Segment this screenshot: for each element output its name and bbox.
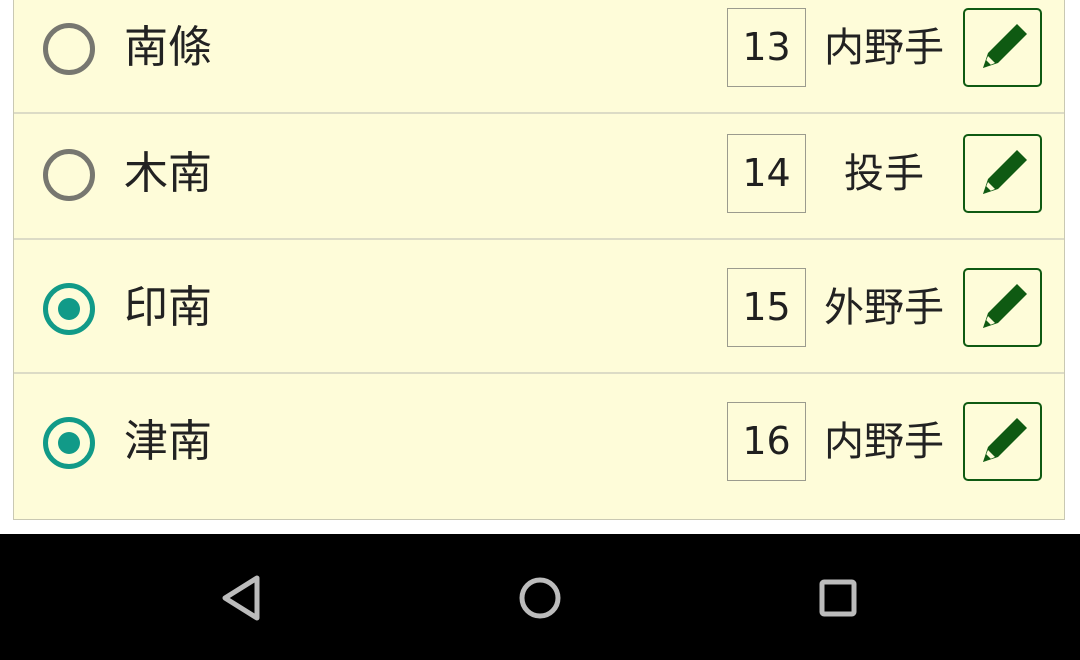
player-position: 投手 xyxy=(844,151,924,197)
pencil-icon xyxy=(983,24,1027,68)
player-radio[interactable] xyxy=(43,149,95,201)
edit-button[interactable] xyxy=(963,8,1042,87)
player-position: 内野手 xyxy=(824,25,944,71)
edit-button[interactable] xyxy=(963,268,1042,347)
recents-square-icon xyxy=(819,579,857,617)
player-list: 南條 13 内野手 木南 14 投手 印南 15 外野手 津南 16 内野手 xyxy=(13,0,1065,520)
pencil-icon xyxy=(983,418,1027,462)
nav-recents-button[interactable] xyxy=(810,570,866,626)
player-name: 印南 xyxy=(124,282,212,333)
nav-back-button[interactable] xyxy=(213,570,269,626)
list-item[interactable]: 南條 13 内野手 xyxy=(14,0,1064,114)
uniform-number: 13 xyxy=(727,8,806,87)
uniform-number: 14 xyxy=(727,134,806,213)
player-radio[interactable] xyxy=(43,417,95,469)
edit-button[interactable] xyxy=(963,402,1042,481)
home-circle-icon xyxy=(519,577,561,619)
list-item[interactable]: 印南 15 外野手 xyxy=(14,254,1064,374)
uniform-number: 15 xyxy=(727,268,806,347)
list-item[interactable]: 木南 14 投手 xyxy=(14,120,1064,240)
edit-button[interactable] xyxy=(963,134,1042,213)
player-radio[interactable] xyxy=(43,283,95,335)
player-name: 南條 xyxy=(124,22,212,73)
player-name: 木南 xyxy=(124,148,212,199)
system-nav-bar xyxy=(0,534,1080,660)
pencil-icon xyxy=(983,284,1027,328)
player-name: 津南 xyxy=(124,416,212,467)
player-position: 内野手 xyxy=(824,419,944,465)
back-triangle-icon xyxy=(222,575,260,621)
pencil-icon xyxy=(983,150,1027,194)
list-item[interactable]: 津南 16 内野手 xyxy=(14,388,1064,508)
player-position: 外野手 xyxy=(824,285,944,331)
uniform-number: 16 xyxy=(727,402,806,481)
nav-home-button[interactable] xyxy=(512,570,568,626)
player-radio[interactable] xyxy=(43,23,95,75)
